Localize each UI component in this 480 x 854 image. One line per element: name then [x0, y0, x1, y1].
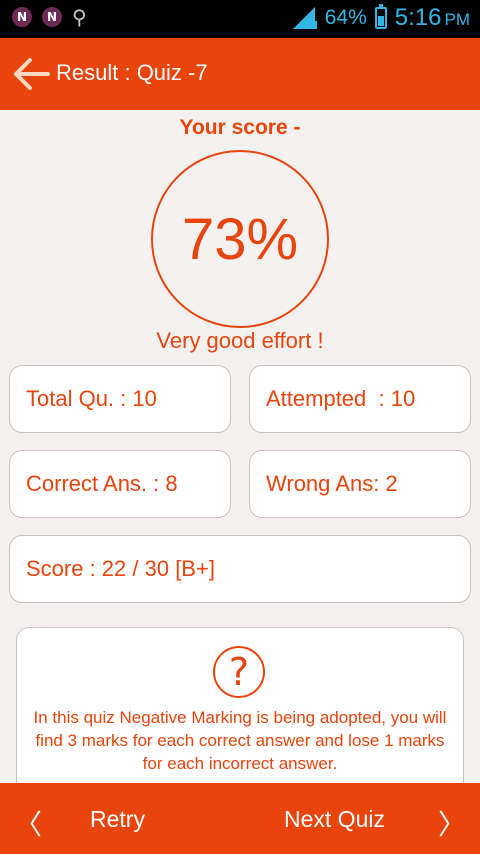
- bottom-bar: 〈 Retry Next Quiz 〉: [0, 783, 480, 854]
- notification-app-icon: N: [42, 7, 62, 27]
- status-indicators: 64% 5:16 PM: [292, 4, 470, 32]
- score-label: Your score -: [179, 116, 301, 139]
- score-remark: Very good effort !: [156, 328, 324, 353]
- negative-marking-info: ? In this quiz Negative Marking is being…: [16, 627, 464, 797]
- battery-percent: 64%: [324, 6, 367, 29]
- score-percent: 73%: [181, 206, 299, 272]
- question-icon: ?: [213, 646, 265, 698]
- notification-app-icon: N: [12, 7, 32, 27]
- correct-answers-box: Correct Ans. : 8: [9, 450, 231, 518]
- notification-icons: N N ⚲: [12, 6, 87, 28]
- battery-icon: [374, 4, 387, 29]
- app-bar: Result : Quiz -7: [0, 38, 480, 110]
- chevron-right-icon[interactable]: 〉: [438, 803, 466, 843]
- next-quiz-button[interactable]: Next Quiz: [284, 806, 385, 833]
- wrong-answers-text: Wrong Ans: 2: [266, 471, 398, 496]
- chevron-left-icon[interactable]: 〈: [14, 803, 42, 843]
- status-bar: N N ⚲ 64% 5:16 PM: [0, 0, 480, 38]
- score-circle: 73%: [151, 150, 329, 328]
- correct-answers-text: Correct Ans. : 8: [26, 471, 178, 496]
- info-text: In this quiz Negative Marking is being a…: [33, 708, 447, 773]
- attempted-box: Attempted : 10: [249, 365, 471, 433]
- retry-button[interactable]: Retry: [90, 806, 145, 833]
- back-arrow-icon[interactable]: [12, 56, 50, 92]
- usb-icon: ⚲: [72, 5, 87, 29]
- total-score-text: Score : 22 / 30 [B+]: [26, 556, 215, 581]
- clock: 5:16 PM: [394, 4, 470, 31]
- total-questions-box: Total Qu. : 10: [9, 365, 231, 433]
- signal-icon: [292, 7, 317, 29]
- page-title: Result : Quiz -7: [56, 60, 208, 85]
- total-questions-text: Total Qu. : 10: [26, 386, 157, 411]
- wrong-answers-box: Wrong Ans: 2: [249, 450, 471, 518]
- attempted-text: Attempted : 10: [266, 386, 416, 411]
- total-score-box: Score : 22 / 30 [B+]: [9, 535, 471, 603]
